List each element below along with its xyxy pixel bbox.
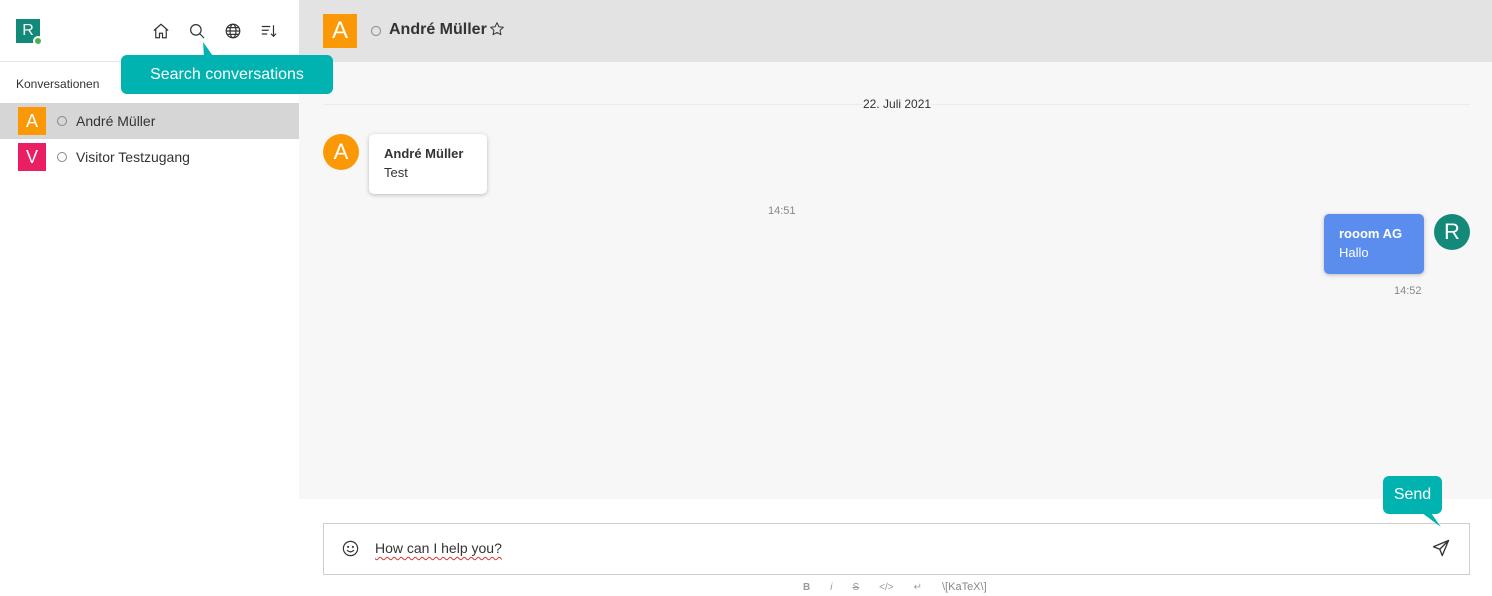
search-icon xyxy=(190,24,205,39)
send-icon xyxy=(1432,539,1450,557)
globe-button[interactable] xyxy=(222,20,244,42)
message-sender: André Müller xyxy=(384,146,464,161)
send-button[interactable] xyxy=(1431,538,1453,560)
conversation-status-indicator xyxy=(57,116,67,126)
message-text: Hallo xyxy=(1339,245,1369,260)
message-input[interactable]: How can I help you? xyxy=(375,540,502,556)
conversation-item-visitor-testzugang[interactable]: V Visitor Testzugang xyxy=(0,139,299,175)
message-avatar-own: R xyxy=(1434,214,1470,250)
message-composer[interactable]: How can I help you? xyxy=(323,523,1470,575)
conversation-name: André Müller xyxy=(76,113,156,129)
conversation-avatar: A xyxy=(18,107,46,135)
chat-header-status-indicator xyxy=(371,26,381,36)
send-tooltip-text: Send xyxy=(1393,486,1432,503)
chat-header-name: André Müller xyxy=(389,21,487,38)
conversation-avatar: V xyxy=(18,143,46,171)
message-bubble-own: rooom AG Hallo xyxy=(1324,214,1424,274)
date-separator-label: 22. Juli 2021 xyxy=(863,97,932,111)
code-button[interactable]: </> xyxy=(879,582,893,593)
message-avatar: A xyxy=(323,134,359,170)
favorite-button[interactable] xyxy=(489,21,507,39)
home-button[interactable] xyxy=(150,20,172,42)
search-tooltip: Search conversations xyxy=(121,42,333,94)
send-tooltip: Send xyxy=(1383,476,1442,527)
emoji-button[interactable] xyxy=(341,539,361,559)
chat-header-avatar: A xyxy=(323,14,357,48)
message-text: Test xyxy=(384,165,408,180)
italic-button[interactable]: i xyxy=(830,582,832,593)
message-time: 14:52 xyxy=(1394,285,1422,297)
search-tooltip-text: Search conversations xyxy=(150,65,304,83)
emoji-icon xyxy=(342,540,359,557)
conversations-section-title: Konversationen xyxy=(16,77,100,91)
search-button[interactable] xyxy=(186,20,208,42)
bold-button[interactable]: B xyxy=(803,582,810,593)
message-time: 14:51 xyxy=(768,205,796,217)
user-avatar-initial: R xyxy=(22,22,34,39)
sidebar-header: R xyxy=(0,0,299,62)
chat-header: A André Müller xyxy=(299,0,1492,62)
formatting-toolbar: B i S </> ↵ \[KaTeX\] xyxy=(803,580,987,594)
strikethrough-button[interactable]: S xyxy=(852,582,859,593)
home-icon xyxy=(153,23,169,39)
sort-button[interactable] xyxy=(258,20,280,42)
sort-icon xyxy=(261,25,277,37)
user-avatar[interactable]: R xyxy=(16,19,43,46)
conversation-status-indicator xyxy=(57,152,67,162)
star-icon xyxy=(490,22,504,36)
message-bubble: André Müller Test xyxy=(369,134,487,194)
multiline-button[interactable]: ↵ xyxy=(914,582,922,593)
user-status-indicator xyxy=(33,36,43,46)
katex-button[interactable]: \[KaTeX\] xyxy=(942,581,987,593)
globe-icon xyxy=(225,23,241,39)
conversation-item-andre-mueller[interactable]: A André Müller xyxy=(0,103,299,139)
message-list[interactable]: 22. Juli 2021 A André Müller Test 14:51 … xyxy=(299,62,1492,499)
conversation-name: Visitor Testzugang xyxy=(76,149,190,165)
message-sender: rooom AG xyxy=(1339,226,1403,241)
